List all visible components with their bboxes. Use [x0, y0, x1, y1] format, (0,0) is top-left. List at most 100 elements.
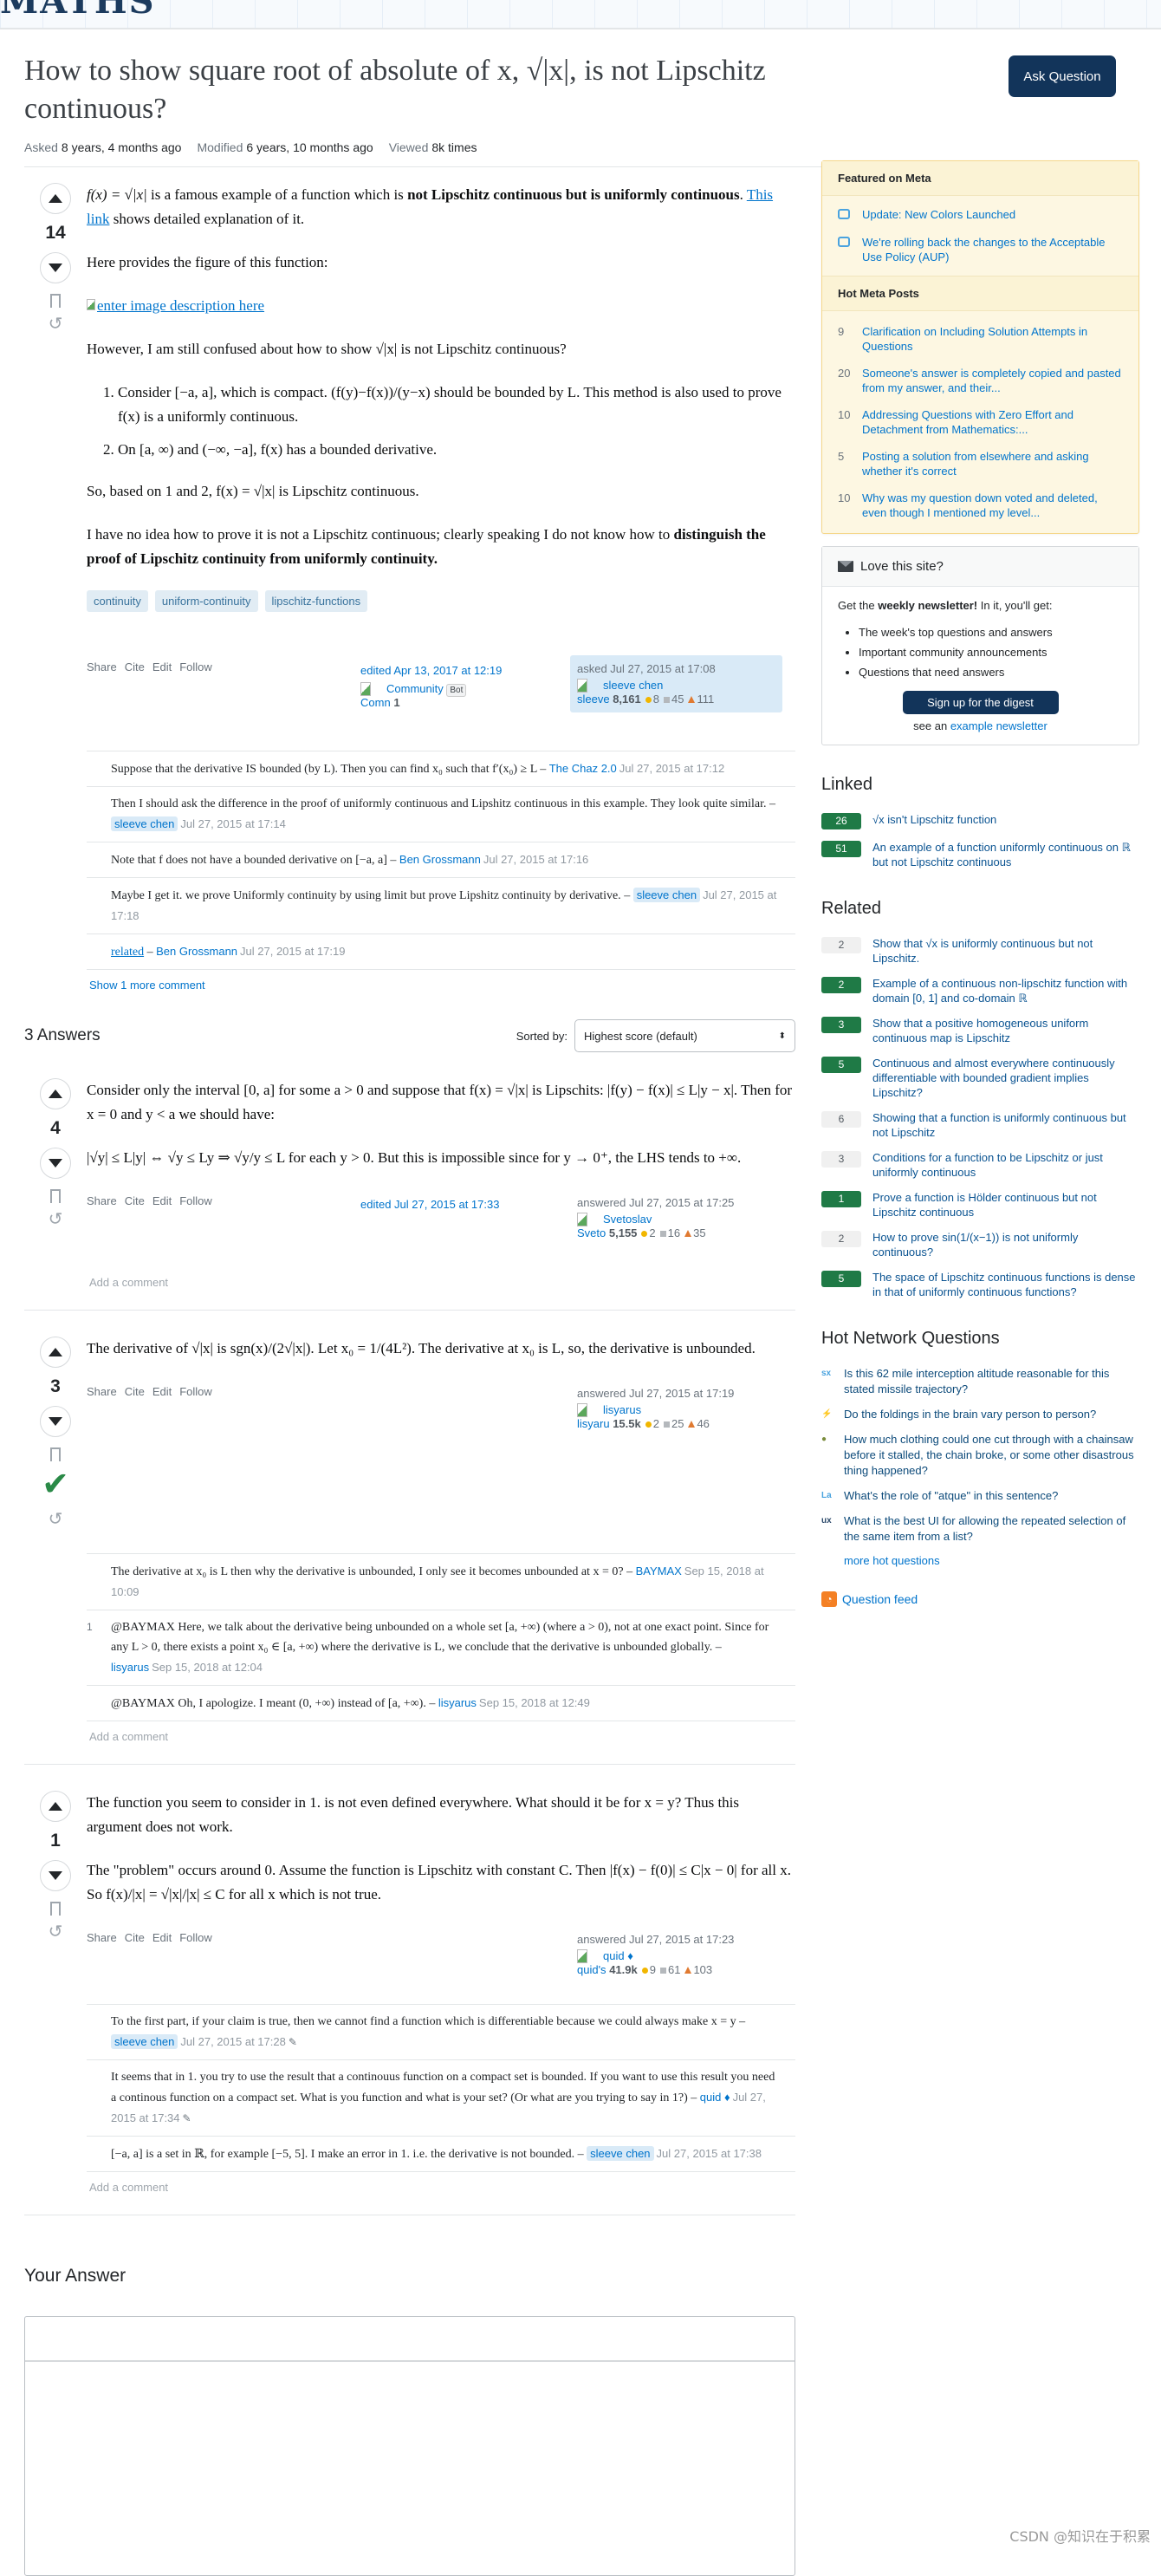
comment-author[interactable]: sleeve chen	[111, 2034, 178, 2049]
related-question-link[interactable]: How to prove sin(1/(x−1)) is not uniform…	[872, 1230, 1139, 1259]
comment-date[interactable]: Jul 27, 2015 at 17:12	[619, 762, 724, 775]
history-icon[interactable]: ↺	[49, 313, 63, 334]
avatar[interactable]	[577, 1213, 587, 1226]
hot-network-link[interactable]: Is this 62 mile interception altitude re…	[844, 1366, 1139, 1397]
cite-link[interactable]: Cite	[125, 660, 145, 733]
comment-date[interactable]: Sep 15, 2018 at 12:04	[152, 1661, 263, 1674]
user-link[interactable]: lisyarus	[603, 1403, 641, 1416]
comment-date[interactable]: Jul 27, 2015 at 17:14	[180, 817, 285, 830]
comment-author[interactable]: Ben Grossmann	[399, 853, 481, 866]
question-feed-link[interactable]: Question feed	[842, 1592, 918, 1606]
comment-date[interactable]: Jul 27, 2015 at 17:38	[657, 2147, 762, 2160]
share-link[interactable]: Share	[87, 1931, 117, 2004]
edit-link[interactable]: Edit	[152, 660, 172, 733]
related-question-link[interactable]: Prove a function is Hölder continuous bu…	[872, 1190, 1139, 1220]
related-question-link[interactable]: Continuous and almost everywhere continu…	[872, 1056, 1139, 1100]
add-comment-link[interactable]: Add a comment	[87, 1721, 795, 1752]
hot-meta-item[interactable]: 5 Posting a solution from elsewhere and a…	[822, 443, 1138, 485]
comment-date[interactable]: Jul 27, 2015 at 17:16	[483, 853, 588, 866]
bookmark-icon[interactable]	[50, 294, 61, 312]
show-more-comments[interactable]: Show 1 more comment	[87, 970, 795, 1000]
follow-link[interactable]: Follow	[179, 1385, 212, 1553]
featured-link[interactable]: We're rolling back the changes to the Ac…	[862, 235, 1123, 264]
ask-question-button[interactable]: Ask Question	[1009, 55, 1116, 97]
downvote-button[interactable]	[40, 1148, 71, 1179]
upvote-button[interactable]	[40, 1791, 71, 1822]
edit-link[interactable]: Edit	[152, 1194, 172, 1267]
follow-link[interactable]: Follow	[179, 660, 212, 733]
hot-meta-item[interactable]: 9 Clarification on Including Solution Att…	[822, 318, 1138, 360]
edited-date[interactable]: edited Apr 13, 2017 at 12:19	[360, 664, 516, 677]
upvote-button[interactable]	[40, 1337, 71, 1368]
follow-link[interactable]: Follow	[179, 1194, 212, 1267]
user-link[interactable]: sleeve chen	[603, 679, 663, 692]
hot-meta-item[interactable]: 10 Why was my question down voted and del…	[822, 485, 1138, 526]
downvote-button[interactable]	[40, 1860, 71, 1891]
edited-signature[interactable]: edited Jul 27, 2015 at 17:33	[360, 1198, 516, 1211]
featured-item[interactable]: Update: New Colors Launched	[822, 201, 1138, 229]
avatar[interactable]	[577, 679, 587, 693]
comment-author[interactable]: sleeve chen	[632, 888, 701, 902]
hot-network-link[interactable]: What's the role of "atque" in this sente…	[844, 1488, 1058, 1504]
history-icon[interactable]: ↺	[49, 1508, 63, 1529]
comment-author[interactable]: sleeve chen	[111, 816, 178, 831]
upvote-button[interactable]	[40, 183, 71, 214]
user-link[interactable]: Community	[386, 682, 444, 695]
featured-item[interactable]: We're rolling back the changes to the Ac…	[822, 229, 1138, 270]
avatar[interactable]	[360, 682, 371, 696]
upvote-button[interactable]	[40, 1078, 71, 1109]
follow-link[interactable]: Follow	[179, 1931, 212, 2004]
example-newsletter-link[interactable]: example newsletter	[950, 719, 1047, 732]
comment-author[interactable]: lisyarus	[111, 1661, 149, 1674]
bookmark-icon[interactable]	[50, 1902, 61, 1920]
hot-network-link[interactable]: Do the foldings in the brain vary person…	[844, 1407, 1096, 1422]
add-comment-link[interactable]: Add a comment	[87, 1267, 795, 1298]
hot-meta-item[interactable]: 20 Someone's answer is completely copied …	[822, 360, 1138, 401]
share-link[interactable]: Share	[87, 1194, 117, 1267]
user-link[interactable]: Svetoslav	[603, 1213, 652, 1226]
linked-question-link[interactable]: An example of a function uniformly conti…	[872, 840, 1139, 869]
tag[interactable]: uniform-continuity	[154, 590, 258, 612]
hot-meta-link[interactable]: Addressing Questions with Zero Effort an…	[862, 407, 1123, 437]
hot-network-link[interactable]: What is the best UI for allowing the rep…	[844, 1513, 1139, 1545]
bookmark-icon[interactable]	[50, 1189, 61, 1207]
featured-link[interactable]: Update: New Colors Launched	[862, 207, 1015, 223]
history-icon[interactable]: ↺	[49, 1921, 63, 1942]
tag[interactable]: continuity	[87, 590, 148, 612]
share-link[interactable]: Share	[87, 660, 117, 733]
hot-meta-link[interactable]: Posting a solution from elsewhere and as…	[862, 449, 1123, 478]
related-question-link[interactable]: Example of a continuous non-lipschitz fu…	[872, 976, 1139, 1005]
comment-author[interactable]: quid ♦	[700, 2091, 730, 2104]
history-icon[interactable]: ↺	[49, 1208, 63, 1229]
hot-meta-link[interactable]: Someone's answer is completely copied an…	[862, 366, 1123, 395]
related-question-link[interactable]: The space of Lipschitz continuous functi…	[872, 1270, 1139, 1299]
cite-link[interactable]: Cite	[125, 1931, 145, 2004]
edit-link[interactable]: Edit	[152, 1385, 172, 1553]
linked-question-link[interactable]: √x isn't Lipschitz function	[872, 812, 996, 829]
hot-meta-item[interactable]: 10 Addressing Questions with Zero Effort …	[822, 401, 1138, 443]
avatar[interactable]	[577, 1949, 587, 1963]
edit-link[interactable]: Edit	[152, 1931, 172, 2004]
broken-image-link[interactable]: enter image description here	[87, 297, 264, 314]
more-hot-questions-link[interactable]: more hot questions	[844, 1554, 940, 1567]
hot-meta-link[interactable]: Clarification on Including Solution Atte…	[862, 324, 1123, 354]
question-title[interactable]: How to show square root of absolute of x…	[24, 52, 795, 128]
comment-text[interactable]: related	[111, 946, 144, 959]
bookmark-icon[interactable]	[50, 1447, 61, 1466]
answer-editor[interactable]	[24, 2316, 795, 2576]
comment-author[interactable]: lisyarus	[438, 1696, 477, 1709]
comment-date[interactable]: Jul 27, 2015 at 17:19	[240, 945, 345, 958]
cite-link[interactable]: Cite	[125, 1385, 145, 1553]
related-question-link[interactable]: Showing that a function is uniformly con…	[872, 1110, 1139, 1140]
comment-author[interactable]: The Chaz 2.0	[549, 762, 617, 775]
downvote-button[interactable]	[40, 252, 71, 283]
related-question-link[interactable]: Conditions for a function to be Lipschit…	[872, 1150, 1139, 1180]
hot-meta-link[interactable]: Why was my question down voted and delet…	[862, 491, 1123, 520]
comment-date[interactable]: Sep 15, 2018 at 12:49	[479, 1696, 590, 1709]
hot-network-link[interactable]: How much clothing could one cut through …	[844, 1432, 1139, 1479]
related-question-link[interactable]: Show that √x is uniformly continuous but…	[872, 936, 1139, 966]
share-link[interactable]: Share	[87, 1385, 117, 1553]
site-logo[interactable]: MATHS	[0, 0, 156, 22]
cite-link[interactable]: Cite	[125, 1194, 145, 1267]
comment-author[interactable]: BAYMAX	[636, 1564, 682, 1577]
